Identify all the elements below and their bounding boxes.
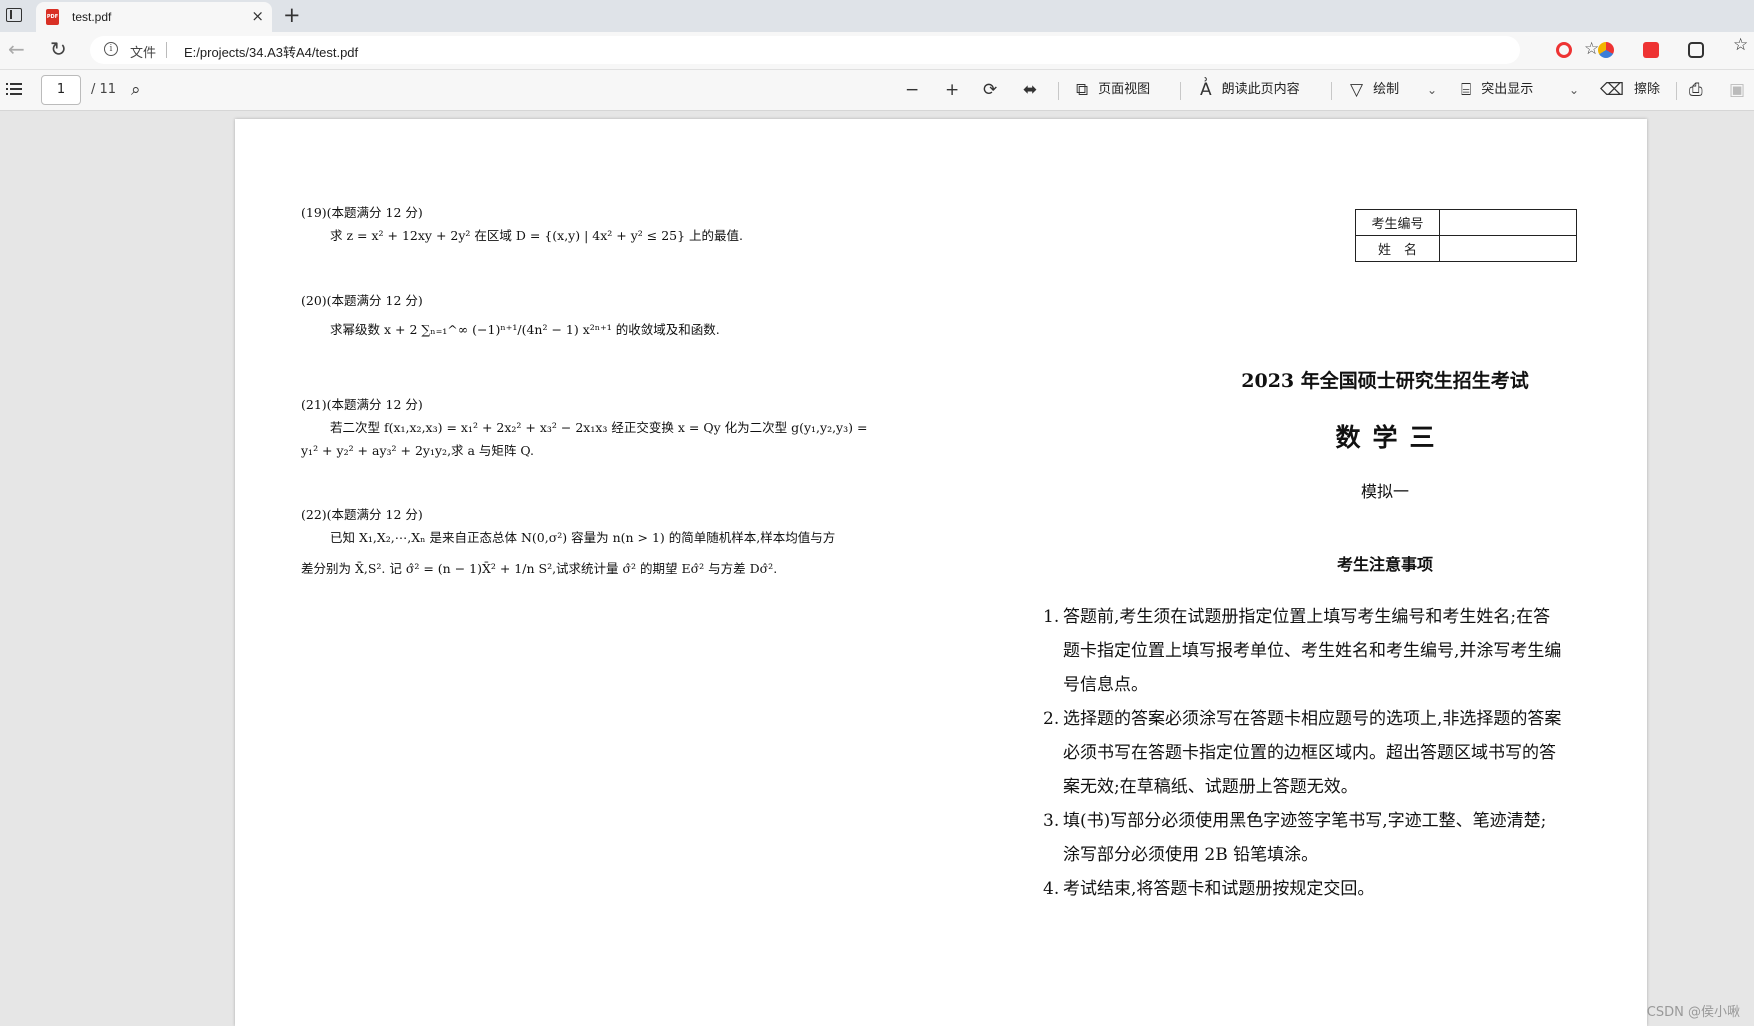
address-bar-row: ← ↻ i 文件 E:/projects/34.A3转A4/test.pdf ☆… bbox=[0, 32, 1754, 69]
draw-icon: ▽ bbox=[1350, 80, 1364, 100]
rotate-icon[interactable]: ⟳ bbox=[983, 79, 1007, 101]
list-icon[interactable] bbox=[6, 82, 22, 96]
question-22: (22)(本题满分 12 分) 已知 X₁,X₂,⋯,Xₙ 是来自正态总体 N(… bbox=[301, 504, 835, 577]
watermark: CSDN @侯小啾 bbox=[1646, 1005, 1740, 1020]
question-header: (19)(本题满分 12 分) bbox=[301, 205, 423, 220]
extension-color-icon[interactable] bbox=[1598, 42, 1614, 58]
fit-width-icon[interactable]: ⬌ bbox=[1023, 79, 1047, 101]
tab-strip: PDF test.pdf × + bbox=[0, 0, 1754, 32]
new-tab-button[interactable]: + bbox=[283, 3, 301, 27]
exam-title: 2023 年全国硕士研究生招生考试 bbox=[1241, 370, 1529, 392]
question-body-continued: 差分别为 X̄,S². 记 σ̂² = (n − 1)X̄² + 1/n S²,… bbox=[301, 561, 778, 576]
url-text[interactable]: E:/projects/34.A3转A4/test.pdf bbox=[184, 42, 358, 61]
pdf-file-icon: PDF bbox=[46, 9, 59, 25]
read-aloud-button[interactable]: A͗ 朗读此页内容 bbox=[1200, 79, 1300, 101]
chevron-down-icon[interactable]: ⌄ bbox=[1427, 79, 1437, 101]
address-bar[interactable]: i 文件 E:/projects/34.A3转A4/test.pdf ☆ bbox=[90, 36, 1599, 64]
question-body: 求幂级数 x + 2 ∑ₙ₌₁^∞ (−1)ⁿ⁺¹/(4n² − 1) x²ⁿ⁺… bbox=[330, 322, 720, 337]
extensions-icon[interactable] bbox=[1688, 42, 1704, 58]
highlight-icon: ⌸ bbox=[1461, 80, 1472, 100]
window-menu-icon[interactable] bbox=[6, 8, 22, 22]
print-icon[interactable]: ⎙ bbox=[1689, 79, 1713, 101]
close-tab-icon[interactable]: × bbox=[251, 7, 264, 25]
file-scheme-label: 文件 bbox=[130, 46, 157, 61]
read-aloud-icon: A͗ bbox=[1200, 80, 1212, 100]
note-item: 1. 答题前,考生须在试题册指定位置上填写考生编号和考生姓名;在答题卡指定位置上填… bbox=[1043, 607, 1562, 695]
back-arrow-icon[interactable]: ← bbox=[8, 37, 25, 61]
minus-icon[interactable]: − bbox=[905, 79, 929, 101]
toolbar-divider bbox=[1676, 82, 1677, 100]
page-number-input[interactable]: 1 bbox=[41, 75, 81, 105]
pdf-page: (19)(本题满分 12 分) 求 z = x² + 12xy + 2y² 在区… bbox=[235, 119, 1647, 1026]
reload-icon[interactable]: ↻ bbox=[50, 37, 67, 61]
question-21: (21)(本题满分 12 分) 若二次型 f(x₁,x₂,x₃) = x₁² +… bbox=[301, 394, 867, 459]
candidate-id-table: 考生编号 姓 名 bbox=[1355, 209, 1577, 262]
note-item: 4. 考试结束,将答题卡和试题册按规定交回。 bbox=[1043, 879, 1375, 899]
draw-button[interactable]: ▽ 绘制 ⌄ bbox=[1350, 79, 1440, 101]
page-view-button[interactable]: ⧉ 页面视图 bbox=[1076, 79, 1150, 101]
save-icon[interactable]: ▣ bbox=[1729, 79, 1754, 101]
search-icon[interactable]: ⌕ bbox=[131, 79, 151, 101]
url-divider bbox=[166, 42, 167, 58]
erase-button[interactable]: ⌫ 擦除 bbox=[1600, 79, 1660, 101]
name-label: 姓 名 bbox=[1355, 235, 1440, 262]
note-item: 2. 选择题的答案必须涂写在答题卡相应题号的选项上,非选择题的答案必须书写在答题卡… bbox=[1043, 709, 1562, 797]
mock-label: 模拟一 bbox=[1360, 482, 1409, 501]
tab-title: test.pdf bbox=[72, 10, 112, 24]
chevron-down-icon[interactable]: ⌄ bbox=[1569, 79, 1579, 101]
question-header: (20)(本题满分 12 分) bbox=[301, 293, 423, 308]
page-view-icon: ⧉ bbox=[1076, 80, 1089, 100]
tab-test-pdf[interactable]: PDF test.pdf × bbox=[36, 2, 272, 32]
toolbar-divider bbox=[1058, 82, 1059, 100]
highlight-button[interactable]: ⌸ 突出显示 ⌄ bbox=[1461, 79, 1581, 101]
notes-list: 1. 答题前,考生须在试题册指定位置上填写考生编号和考生姓名;在答题卡指定位置上填… bbox=[1043, 600, 1563, 906]
question-body: 求 z = x² + 12xy + 2y² 在区域 D = {(x,y) | 4… bbox=[330, 228, 743, 243]
question-header: (21)(本题满分 12 分) bbox=[301, 397, 423, 412]
question-body: 已知 X₁,X₂,⋯,Xₙ 是来自正态总体 N(0,σ²) 容量为 n(n > … bbox=[330, 530, 836, 545]
favorites-icon[interactable]: ☆ bbox=[1733, 35, 1749, 55]
exam-number-cell bbox=[1439, 209, 1577, 236]
question-body-continued: y₁² + y₂² + ay₃² + 2y₁y₂,求 a 与矩阵 Q. bbox=[301, 443, 535, 458]
question-body: 若二次型 f(x₁,x₂,x₃) = x₁² + 2x₂² + x₃² − 2x… bbox=[330, 420, 868, 435]
eraser-icon: ⌫ bbox=[1600, 80, 1625, 100]
exam-number-label: 考生编号 bbox=[1355, 209, 1440, 236]
pdf-toolbar: 1 / 11 ⌕ − + ⟳ ⬌ ⧉ 页面视图 A͗ 朗读此页内容 ▽ 绘制 ⌄ ⌸ 突… bbox=[0, 69, 1754, 111]
extension-red-square-icon[interactable] bbox=[1643, 42, 1659, 58]
question-19: (19)(本题满分 12 分) 求 z = x² + 12xy + 2y² 在区… bbox=[301, 202, 743, 244]
page-total: / 11 bbox=[91, 82, 117, 97]
question-header: (22)(本题满分 12 分) bbox=[301, 507, 423, 522]
toolbar-divider bbox=[1180, 82, 1181, 100]
extension-red-ring-icon[interactable] bbox=[1556, 42, 1572, 58]
note-item: 3. 填(书)写部分必须使用黑色字迹签字笔书写,字迹工整、笔迹清楚;涂写部分必须使… bbox=[1043, 811, 1547, 865]
name-cell bbox=[1439, 235, 1577, 262]
exam-subject: 数学三 bbox=[1335, 423, 1447, 452]
question-20: (20)(本题满分 12 分) 求幂级数 x + 2 ∑ₙ₌₁^∞ (−1)ⁿ⁺… bbox=[301, 290, 720, 338]
notes-heading: 考生注意事项 bbox=[1336, 555, 1433, 574]
add-favorite-icon[interactable]: ☆ bbox=[1584, 39, 1599, 59]
info-icon[interactable]: i bbox=[104, 42, 118, 56]
toolbar-divider bbox=[1331, 82, 1332, 100]
plus-icon[interactable]: + bbox=[945, 79, 969, 101]
